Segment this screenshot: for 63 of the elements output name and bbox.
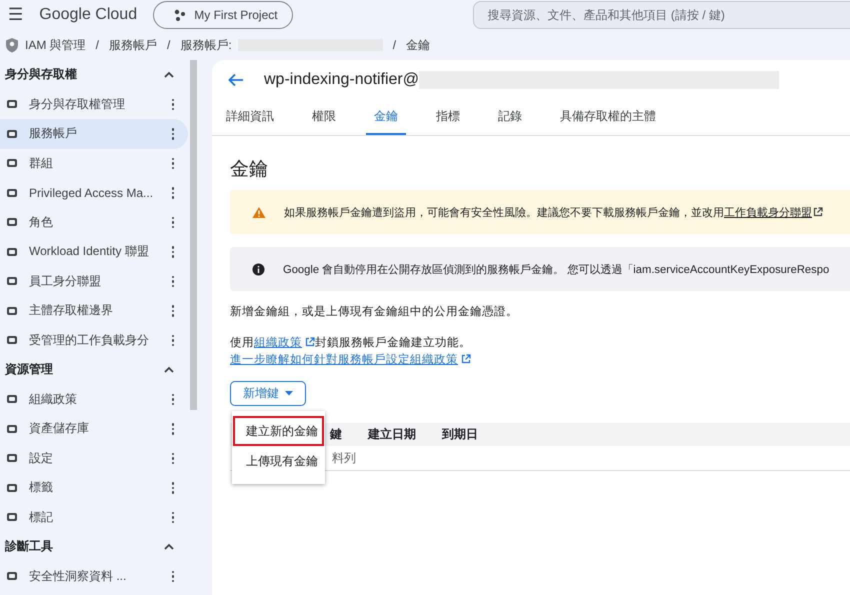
project-picker[interactable]: My First Project	[153, 1, 293, 29]
column-header: 建立日期	[368, 426, 416, 443]
external-link-icon	[461, 354, 471, 364]
breadcrumb-separator: /	[167, 38, 170, 52]
sidebar-item[interactable]: 主體存取權邊界	[0, 296, 188, 326]
sidebar-item[interactable]: 角色	[0, 208, 188, 237]
learn-more-link[interactable]: 進一步瞭解如何針對服務帳戶設定組織政策	[230, 354, 458, 366]
warning-icon	[252, 206, 266, 218]
breadcrumb-separator: /	[96, 38, 100, 52]
sidebar-item[interactable]: 群組	[0, 148, 188, 178]
dots-icon	[174, 9, 186, 21]
tab[interactable]: 權限	[304, 100, 344, 135]
sidebar-item[interactable]: 標記	[0, 502, 188, 532]
breadcrumb-separator: /	[392, 38, 396, 52]
sidebar-item[interactable]: 安全性洞察資料 ...	[0, 562, 188, 591]
sidebar-item[interactable]: 設定	[0, 444, 188, 473]
policy-text: 封鎖服務帳戶金鑰建立功能。	[315, 337, 471, 349]
intro-text: 新增金鑰組，或是上傳現有金鑰組中的公用金鑰憑證。	[230, 304, 519, 319]
back-arrow-icon[interactable]	[228, 73, 244, 87]
sidebar-item[interactable]: 標籤	[0, 473, 188, 502]
page-heading: 金鑰	[230, 158, 269, 182]
breadcrumb-link[interactable]: IAM 與管理	[25, 36, 86, 54]
empty-table-text: 料列	[332, 450, 356, 466]
sidebar-item[interactable]: 身分與存取權管理	[0, 90, 188, 119]
section-title: 身分與存取權	[5, 66, 77, 84]
tab[interactable]: 指標	[428, 100, 468, 135]
sidebar-item[interactable]: 資產儲存庫	[0, 414, 188, 444]
breadcrumb-link[interactable]: 服務帳戶	[109, 36, 158, 54]
column-header: 鍵	[330, 426, 342, 443]
add-key-button[interactable]: 新增鍵	[230, 381, 306, 406]
external-link-icon	[813, 207, 823, 217]
policy-text: 使用	[230, 337, 254, 349]
menu-item[interactable]: 上傳現有金鑰	[233, 446, 324, 476]
column-header: 到期日	[442, 426, 478, 443]
sidebar-item[interactable]: Workload Identity 聯盟	[0, 237, 188, 266]
tab[interactable]: 記錄	[490, 100, 530, 135]
menu-item[interactable]: 建立新的金鑰	[233, 416, 324, 446]
account-title: wp-indexing-notifier@	[264, 71, 419, 89]
tab[interactable]: 金鑰	[366, 100, 406, 135]
tab[interactable]: 詳細資訊	[218, 100, 282, 135]
logo[interactable]: Google Cloud	[39, 6, 144, 24]
external-link-icon	[305, 337, 315, 347]
policy-link[interactable]: 組織政策	[254, 337, 302, 349]
breadcrumb-link[interactable]: 服務帳戶:	[180, 36, 232, 54]
chevron-icon[interactable]	[164, 366, 174, 374]
chevron-icon[interactable]	[164, 543, 174, 550]
section-title: 診斷工具	[5, 538, 53, 556]
scrollbar[interactable]	[190, 60, 197, 410]
info-icon	[252, 262, 265, 276]
alert-text: 如果服務帳戶金鑰遭到盜用，可能會有安全性風險。建議您不要下載服務帳戶金鑰，並改用工作負載身分聯盟	[284, 206, 812, 220]
alert-link[interactable]: 工作負載身分聯盟	[724, 206, 812, 218]
sidebar-item[interactable]: 組織政策	[0, 384, 188, 414]
breadcrumb-current: 金鑰	[406, 36, 430, 54]
chevron-icon[interactable]	[164, 71, 174, 78]
sidebar-item[interactable]: Privileged Access Ma...	[0, 178, 188, 208]
menu-icon[interactable]: ☰	[8, 5, 24, 25]
sidebar-item[interactable]: 員工身分聯盟	[0, 266, 188, 296]
search-field[interactable]: 搜尋資源、文件、產品和其他項目 (請按 / 鍵)	[472, 1, 850, 29]
tab[interactable]: 具備存取權的主體	[552, 100, 664, 135]
sidebar-item[interactable]: 服務帳戶	[0, 119, 188, 148]
sidebar-item[interactable]: 受管理的工作負載身分	[0, 326, 188, 355]
alert-text: Google 會自動停用在公開存放區偵測到的服務帳戶金鑰。 您可以透過「iam.serviceAccountKeyExposureRespo	[283, 262, 830, 276]
section-title: 資源管理	[5, 361, 53, 378]
